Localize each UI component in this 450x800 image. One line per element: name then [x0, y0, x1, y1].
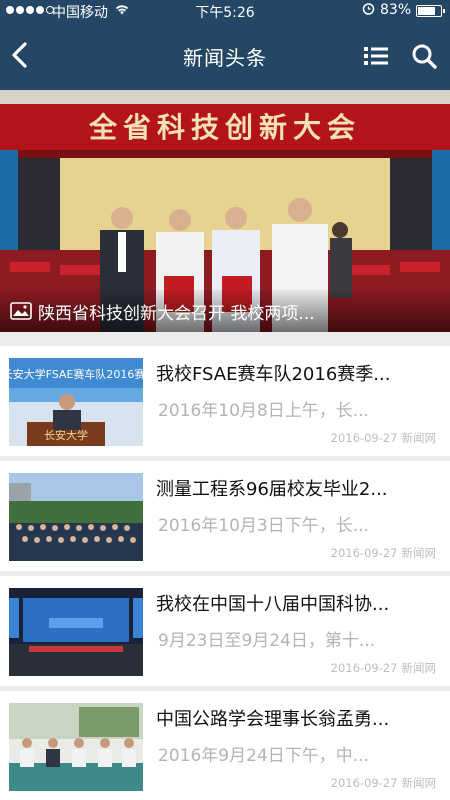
banner-sign-text: 全省科技创新大会	[88, 111, 361, 144]
news-date: 2016-09-27	[330, 776, 398, 790]
news-title: 中国公路学会理事长翁孟勇...	[156, 709, 390, 730]
news-date: 2016-09-27	[330, 661, 398, 675]
news-summary: 2016年10月8日上午，长...	[158, 401, 369, 421]
news-title: 测量工程系96届校友毕业2...	[156, 479, 388, 500]
news-meta: 2016-09-27 新闻网	[331, 545, 436, 561]
news-thumbnail	[9, 473, 143, 561]
news-item[interactable]: 测量工程系96届校友毕业2... 2016年10月3日下午，长... 2016-…	[0, 461, 450, 571]
news-summary: 2016年9月24日下午，中...	[158, 746, 369, 766]
battery-icon	[416, 5, 445, 17]
news-meta: 2016-09-27 新闻网	[331, 775, 436, 791]
svg-text:长安大学FSAE赛车队2016赛季: 长安大学FSAE赛车队2016赛季	[9, 367, 143, 381]
nav-bar: 新闻头条	[0, 22, 450, 90]
news-meta: 2016-09-27 新闻网	[331, 430, 436, 446]
banner-caption-text: 陕西省科技创新大会召开 我校两项...	[38, 303, 315, 324]
banner-caption: 陕西省科技创新大会召开 我校两项...	[0, 290, 450, 332]
battery-percent: 83%	[380, 2, 412, 18]
news-item[interactable]: 长安大学FSAE赛车队2016赛季 长安大学 我校FSAE赛车队2016赛季..…	[0, 346, 450, 456]
headline-banner[interactable]: 全省科技创新大会 陕西省科技创新大会召开 我校两项...	[0, 90, 450, 332]
news-title: 我校在中国十八届中国科协...	[156, 594, 390, 615]
list-icon[interactable]	[362, 44, 390, 68]
news-thumbnail	[9, 588, 143, 676]
image-icon	[10, 302, 32, 320]
status-bar: 中国移动 下午5:26 83%	[0, 0, 450, 22]
alarm-icon	[362, 2, 375, 18]
search-icon[interactable]	[410, 42, 438, 70]
news-thumbnail	[9, 703, 143, 791]
news-date: 2016-09-27	[330, 546, 398, 560]
news-source: 新闻网	[401, 661, 437, 675]
news-date: 2016-09-27	[330, 431, 398, 445]
news-summary: 2016年10月3日下午，长...	[158, 516, 369, 536]
news-thumbnail: 长安大学FSAE赛车队2016赛季 长安大学	[9, 358, 143, 446]
news-source: 新闻网	[401, 546, 437, 560]
news-source: 新闻网	[401, 431, 437, 445]
news-source: 新闻网	[401, 776, 437, 790]
news-meta: 2016-09-27 新闻网	[331, 660, 436, 676]
news-title: 我校FSAE赛车队2016赛季...	[156, 364, 391, 385]
news-item[interactable]: 我校在中国十八届中国科协... 9月23日至9月24日，第十... 2016-0…	[0, 576, 450, 686]
svg-text:长安大学: 长安大学	[44, 428, 88, 442]
news-summary: 9月23日至9月24日，第十...	[158, 631, 376, 651]
news-item[interactable]: 中国公路学会理事长翁孟勇... 2016年9月24日下午，中... 2016-0…	[0, 691, 450, 800]
